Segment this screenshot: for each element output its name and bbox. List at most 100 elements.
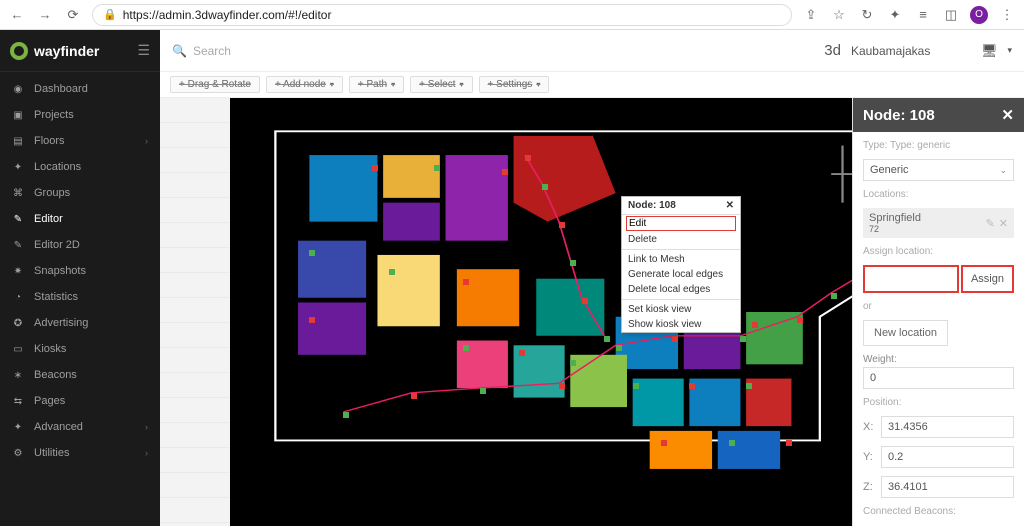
close-icon[interactable]: ✕ — [726, 200, 734, 211]
logo[interactable]: wayfinder ☰ — [0, 30, 160, 72]
node-handle[interactable] — [752, 322, 758, 328]
node-handle[interactable] — [582, 298, 588, 304]
node-handle[interactable] — [309, 317, 315, 323]
node-handle[interactable] — [519, 350, 525, 356]
node-handle[interactable] — [797, 317, 803, 323]
sidebar-item-kiosks[interactable]: ▭Kiosks — [0, 336, 160, 362]
sidebar-item-floors[interactable]: ▤Floors› — [0, 128, 160, 154]
sidebar-item-label: Statistics — [34, 291, 78, 303]
z-input[interactable]: 36.4101 — [881, 476, 1014, 498]
sidebar-item-statistics[interactable]: ◔Statistics — [0, 284, 160, 310]
reload-icon[interactable]: ⟳ — [64, 7, 82, 23]
sidebar-item-snapshots[interactable]: ✷Snapshots — [0, 258, 160, 284]
tool-drag-rotate[interactable]: + Drag & Rotate — [170, 76, 260, 93]
node-handle[interactable] — [729, 440, 735, 446]
sidebar-item-beacons[interactable]: ∗Beacons — [0, 362, 160, 388]
search-input[interactable]: 🔍 Search — [172, 44, 814, 58]
sidebar-item-dashboard[interactable]: ◉Dashboard — [0, 76, 160, 102]
sidebar-item-projects[interactable]: ▣Projects — [0, 102, 160, 128]
node-handle[interactable] — [672, 336, 678, 342]
node-handle[interactable] — [389, 269, 395, 275]
share-icon[interactable]: ⇪ — [802, 7, 820, 23]
x-input[interactable]: 31.4356 — [881, 416, 1014, 438]
node-handle[interactable] — [633, 383, 639, 389]
kebab-icon[interactable]: ⋮ — [998, 7, 1016, 23]
ctx-show-kiosk-view[interactable]: Show kiosk view — [622, 317, 740, 332]
sidebar-item-advanced[interactable]: ✦Advanced› — [0, 414, 160, 440]
node-handle[interactable] — [689, 383, 695, 389]
ctx-set-kiosk-view[interactable]: Set kiosk view — [622, 302, 740, 317]
edit-icon[interactable]: ✎ — [986, 217, 995, 230]
panel-title: Node: 108 — [863, 107, 935, 124]
main: 🔍 Search 3d Kaubamajakas 🖥 ▾ + Drag & Ro… — [160, 30, 1024, 526]
node-handle[interactable] — [480, 388, 486, 394]
tool-path[interactable]: + Path▾ — [349, 76, 404, 93]
node-handle[interactable] — [463, 345, 469, 351]
node-handle[interactable] — [542, 184, 548, 190]
type-select[interactable]: Generic ⌄ — [863, 159, 1014, 181]
y-input[interactable]: 0.2 — [881, 446, 1014, 468]
remove-icon[interactable]: ✕ — [999, 217, 1008, 230]
project-name[interactable]: Kaubamajakas — [851, 44, 971, 58]
ctx-delete-local-edges[interactable]: Delete local edges — [622, 282, 740, 297]
chevron-right-icon: › — [145, 448, 148, 458]
mode-label[interactable]: 3d — [824, 42, 841, 59]
node-handle[interactable] — [463, 279, 469, 285]
monitor-icon[interactable]: 🖥 — [981, 43, 998, 59]
tool-settings[interactable]: + Settings▾ — [479, 76, 550, 93]
node-handle[interactable] — [786, 440, 792, 446]
profile-avatar[interactable]: O — [970, 6, 988, 24]
dropdown-icon[interactable]: ▾ — [1007, 45, 1012, 56]
ctx-delete[interactable]: Delete — [622, 232, 740, 247]
node-handle[interactable] — [309, 250, 315, 256]
ctx-link-to-mesh[interactable]: Link to Mesh — [622, 252, 740, 267]
forward-icon[interactable]: → — [36, 7, 54, 22]
weight-input[interactable]: 0 — [863, 367, 1014, 389]
sidebar-item-locations[interactable]: ✦Locations — [0, 154, 160, 180]
node-handle[interactable] — [740, 336, 746, 342]
new-location-button[interactable]: New location — [863, 320, 948, 346]
node-handle[interactable] — [434, 165, 440, 171]
assign-location-input[interactable] — [863, 265, 959, 293]
sidebar-item-advertising[interactable]: ✪Advertising — [0, 310, 160, 336]
node-handle[interactable] — [831, 293, 837, 299]
close-icon[interactable]: ✕ — [1001, 106, 1014, 124]
sidebar-item-label: Snapshots — [34, 265, 86, 277]
sidebar-item-pages[interactable]: ⇆Pages — [0, 388, 160, 414]
node-handle[interactable] — [559, 222, 565, 228]
or-label: or — [863, 301, 1014, 312]
sidebar-item-utilities[interactable]: ⚙Utilities› — [0, 440, 160, 466]
sidebar-item-editor[interactable]: ✎Editor — [0, 206, 160, 232]
assign-button[interactable]: Assign — [961, 265, 1014, 293]
node-handle[interactable] — [559, 383, 565, 389]
node-handle[interactable] — [604, 336, 610, 342]
node-handle[interactable] — [343, 412, 349, 418]
star-icon[interactable]: ☆ — [830, 7, 848, 23]
ctx-edit[interactable]: Edit — [626, 216, 736, 231]
sidebar-item-groups[interactable]: ⌘Groups — [0, 180, 160, 206]
node-handle[interactable] — [746, 383, 752, 389]
node-handle[interactable] — [570, 260, 576, 266]
node-handle[interactable] — [661, 440, 667, 446]
sidebar-item-editor-2d[interactable]: ✎Editor 2D — [0, 232, 160, 258]
extension-icon[interactable]: ✦ — [886, 7, 904, 23]
ctx-generate-local-edges[interactable]: Generate local edges — [622, 267, 740, 282]
address-bar[interactable]: 🔒 https://admin.3dwayfinder.com/#!/edito… — [92, 4, 792, 26]
tool-select[interactable]: + Select▾ — [410, 76, 472, 93]
hamburger-icon[interactable]: ☰ — [137, 42, 150, 59]
node-handle[interactable] — [616, 345, 622, 351]
sidebar-item-label: Beacons — [34, 369, 77, 381]
location-row: Springfield 72 ✎ ✕ — [863, 208, 1014, 238]
weight-label: Weight: — [863, 354, 1014, 365]
node-handle[interactable] — [502, 169, 508, 175]
back-icon[interactable]: ← — [8, 7, 26, 22]
refresh-ext-icon[interactable]: ↻ — [858, 7, 876, 23]
toolbar: + Drag & Rotate + Add node▾ + Path▾ + Selec… — [160, 72, 1024, 98]
panel-icon[interactable]: ◫ — [942, 7, 960, 23]
tool-add-node[interactable]: + Add node▾ — [266, 76, 343, 93]
node-handle[interactable] — [525, 155, 531, 161]
list-icon[interactable]: ≡ — [914, 7, 932, 22]
node-handle[interactable] — [411, 393, 417, 399]
node-handle[interactable] — [570, 360, 576, 366]
node-handle[interactable] — [372, 165, 378, 171]
